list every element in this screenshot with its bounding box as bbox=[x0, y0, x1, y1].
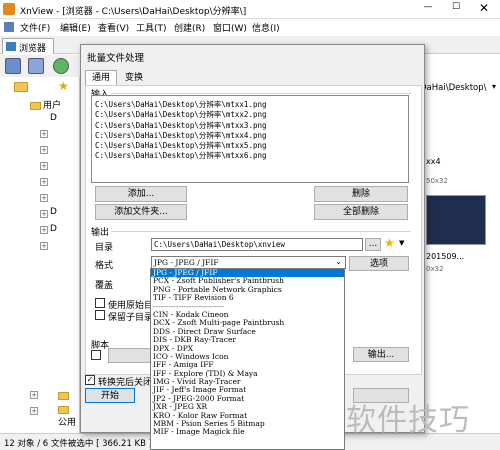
menu-tools[interactable]: 工具(T) bbox=[136, 21, 167, 34]
expand-icon[interactable]: + bbox=[40, 226, 48, 234]
expand-icon[interactable]: + bbox=[30, 391, 38, 399]
divider bbox=[111, 231, 411, 232]
thumbnail-panel: DaHai\Desktop\ ▾ xx4 50x32 201509... 0x3… bbox=[415, 77, 500, 433]
menu-app-icon[interactable] bbox=[4, 22, 14, 32]
expand-icon[interactable]: + bbox=[40, 178, 48, 186]
chevron-down-icon[interactable]: ▼ bbox=[399, 239, 404, 247]
overwrite-label: 覆盖 bbox=[95, 281, 114, 291]
favorites-tab-icon[interactable]: ★ bbox=[58, 79, 69, 93]
export-button[interactable]: 输出... bbox=[353, 347, 409, 362]
expand-icon[interactable]: + bbox=[40, 146, 48, 154]
folder-icon bbox=[58, 391, 69, 400]
expand-icon[interactable]: + bbox=[40, 194, 48, 202]
input-file-list[interactable]: C:\Users\DaHai\Desktop\分辨率\mtxx1.png C:\… bbox=[91, 95, 409, 183]
add-folder-button[interactable]: 添加文件夹... bbox=[95, 204, 187, 220]
browser-tab-icon bbox=[6, 42, 16, 51]
thumbnail-size: 0x32 bbox=[426, 265, 444, 273]
expand-icon[interactable]: + bbox=[40, 162, 48, 170]
tree-node-user[interactable]: 用户 bbox=[30, 98, 61, 111]
folder-icon bbox=[58, 405, 69, 414]
close-after-checkbox[interactable]: ✓ bbox=[85, 375, 95, 385]
folder-icon bbox=[30, 101, 41, 110]
menu-file[interactable]: 文件(F) bbox=[20, 21, 50, 34]
expand-icon[interactable]: + bbox=[40, 210, 48, 218]
tree-node-d4[interactable] bbox=[58, 391, 71, 401]
favorite-star-icon[interactable]: ★ bbox=[384, 236, 395, 250]
window-title: XnView - [浏览器 - C:\Users\DaHai\Desktop\分… bbox=[20, 7, 247, 17]
close-button[interactable]: ✕ bbox=[476, 1, 492, 15]
fullscreen-icon[interactable] bbox=[28, 58, 44, 74]
script-checkbox[interactable] bbox=[91, 350, 101, 360]
dir-label: 目录 bbox=[95, 243, 114, 253]
tree-node-d2[interactable]: D bbox=[50, 207, 57, 217]
keep-subdir-checkbox[interactable] bbox=[95, 310, 105, 320]
browse-button[interactable]: ... bbox=[365, 238, 381, 251]
menu-window[interactable]: 窗口(W) bbox=[213, 21, 247, 34]
tree-node-d3[interactable]: D bbox=[50, 224, 57, 234]
app-icon bbox=[3, 3, 15, 15]
menu-create[interactable]: 创建(R) bbox=[174, 21, 205, 34]
list-item[interactable]: C:\Users\DaHai\Desktop\分辨率\mtxx2.png bbox=[95, 110, 405, 120]
thumbnail-image[interactable] bbox=[426, 195, 486, 245]
thumbnail-size: 50x32 bbox=[426, 177, 448, 185]
thumbnail-label: xx4 bbox=[426, 157, 441, 166]
format-label: 格式 bbox=[95, 261, 114, 271]
output-dir-input[interactable]: C:\Users\DaHai\Desktop\xnview bbox=[151, 238, 363, 251]
tab-browser[interactable]: 浏览器 bbox=[2, 38, 54, 54]
menu-edit[interactable]: 编辑(E) bbox=[60, 21, 91, 34]
use-original-dir-checkbox[interactable] bbox=[95, 298, 105, 308]
list-item[interactable]: C:\Users\DaHai\Desktop\分辨率\mtxx4.png bbox=[95, 131, 405, 141]
list-item[interactable]: C:\Users\DaHai\Desktop\分辨率\mtxx6.png bbox=[95, 151, 405, 161]
folder-tree: ★ 用户 D D D + + + + + + + + + + 公用 bbox=[0, 77, 80, 433]
menu-view[interactable]: 查看(V) bbox=[98, 21, 129, 34]
list-item[interactable]: C:\Users\DaHai\Desktop\分辨率\mtxx1.png bbox=[95, 100, 405, 110]
divider bbox=[111, 93, 411, 94]
expand-icon[interactable]: + bbox=[30, 407, 38, 415]
refresh-icon[interactable] bbox=[53, 58, 69, 74]
format-dropdown-list[interactable]: JPG - JPEG / JFIF PCX - Zsoft Publisher'… bbox=[150, 268, 345, 450]
path-dropdown-icon[interactable]: ▾ bbox=[492, 82, 496, 91]
title-bar: XnView - [浏览器 - C:\Users\DaHai\Desktop\分… bbox=[0, 0, 500, 19]
tab-convert[interactable]: 变换 bbox=[119, 72, 149, 85]
status-text: 12 对象 / 6 文件被选中 [ 366.21 KB ] bbox=[4, 439, 152, 449]
expand-icon[interactable]: + bbox=[40, 130, 48, 138]
tab-browser-label: 浏览器 bbox=[19, 44, 47, 54]
tree-node-public[interactable]: 公用 bbox=[58, 405, 79, 428]
tree-node-d1[interactable]: D bbox=[50, 113, 57, 123]
add-button[interactable]: 添加... bbox=[95, 186, 187, 202]
start-button[interactable]: 开始 bbox=[85, 388, 135, 403]
expand-icon[interactable]: + bbox=[40, 242, 48, 250]
menu-info[interactable]: 信息(I) bbox=[252, 21, 280, 34]
remove-all-button[interactable]: 全部删除 bbox=[314, 204, 408, 220]
folder-view-icon[interactable] bbox=[5, 58, 21, 74]
folders-tab-icon[interactable] bbox=[14, 82, 28, 92]
watermark: 软件技巧 bbox=[346, 403, 470, 438]
toolbar bbox=[0, 55, 80, 77]
remove-button[interactable]: 删除 bbox=[314, 186, 408, 202]
minimize-button[interactable]: — bbox=[420, 2, 436, 12]
options-button[interactable]: 选项 bbox=[349, 256, 409, 271]
output-group-label: 输出 bbox=[91, 228, 110, 238]
path-field[interactable]: DaHai\Desktop\ bbox=[420, 83, 487, 93]
tab-general[interactable]: 通用 bbox=[85, 70, 117, 85]
menu-bar: 文件(F) 编辑(E) 查看(V) 工具(T) 创建(R) 窗口(W) 信息(I… bbox=[0, 19, 500, 36]
list-item[interactable]: C:\Users\DaHai\Desktop\分辨率\mtxx3.png bbox=[95, 121, 405, 131]
dialog-title: 批量文件处理 bbox=[87, 53, 145, 64]
list-item[interactable]: C:\Users\DaHai\Desktop\分辨率\mtxx5.png bbox=[95, 141, 405, 151]
thumbnail-label: 201509... bbox=[426, 252, 465, 261]
dropdown-option[interactable]: MIF - Image Magick file bbox=[151, 428, 344, 437]
chevron-down-icon: ⌄ bbox=[335, 257, 342, 266]
maximize-button[interactable]: ☐ bbox=[448, 2, 464, 12]
